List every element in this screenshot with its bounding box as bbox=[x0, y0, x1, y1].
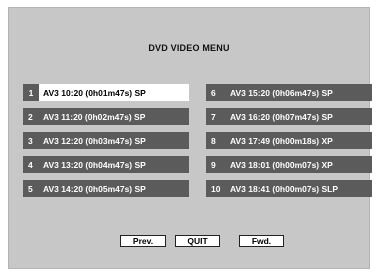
title-item-8[interactable]: 8 AV3 17:49 (0h00m18s) XP bbox=[206, 132, 372, 149]
title-number: 6 bbox=[211, 87, 216, 98]
title-item-9[interactable]: 9 AV3 18:01 (0h00m07s) XP bbox=[206, 156, 372, 173]
title-number: 3 bbox=[28, 135, 33, 146]
fwd-button[interactable]: Fwd. bbox=[239, 235, 284, 247]
title-list-right: 6 AV3 15:20 (0h06m47s) SP 7 AV3 16:20 (0… bbox=[206, 84, 372, 204]
quit-button[interactable]: QUIT bbox=[175, 235, 220, 247]
title-number: 5 bbox=[28, 183, 33, 194]
title-item-1[interactable]: 1 AV3 10:20 (0h01m47s) SP bbox=[23, 84, 189, 101]
title-number: 7 bbox=[211, 111, 216, 122]
title-list-left: 1 AV3 10:20 (0h01m47s) SP 2 AV3 11:20 (0… bbox=[23, 84, 189, 204]
title-entry: AV3 18:41 (0h00m07s) SLP bbox=[230, 183, 339, 194]
title-entry: AV3 12:20 (0h03m47s) SP bbox=[43, 135, 146, 146]
title-number: 4 bbox=[28, 159, 33, 170]
title-number: 8 bbox=[211, 135, 216, 146]
title-entry: AV3 14:20 (0h05m47s) SP bbox=[43, 183, 146, 194]
title-number: 9 bbox=[211, 159, 216, 170]
title-item-3[interactable]: 3 AV3 12:20 (0h03m47s) SP bbox=[23, 132, 189, 149]
title-item-7[interactable]: 7 AV3 16:20 (0h07m47s) SP bbox=[206, 108, 372, 125]
title-entry: AV3 17:49 (0h00m18s) XP bbox=[230, 135, 333, 146]
title-entry: AV3 15:20 (0h06m47s) SP bbox=[230, 87, 333, 98]
title-item-2[interactable]: 2 AV3 11:20 (0h02m47s) SP bbox=[23, 108, 189, 125]
title-entry: AV3 18:01 (0h00m07s) XP bbox=[230, 159, 333, 170]
title-item-10[interactable]: 10 AV3 18:41 (0h00m07s) SLP bbox=[206, 180, 372, 197]
title-number: 10 bbox=[211, 183, 221, 194]
title-item-4[interactable]: 4 AV3 13:20 (0h04m47s) SP bbox=[23, 156, 189, 173]
menu-title: DVD VIDEO MENU bbox=[148, 43, 230, 53]
title-item-6[interactable]: 6 AV3 15:20 (0h06m47s) SP bbox=[206, 84, 372, 101]
title-entry: AV3 13:20 (0h04m47s) SP bbox=[43, 159, 146, 170]
title-number: 2 bbox=[28, 111, 33, 122]
title-item-5[interactable]: 5 AV3 14:20 (0h05m47s) SP bbox=[23, 180, 189, 197]
title-number: 1 bbox=[23, 84, 39, 101]
title-entry: AV3 11:20 (0h02m47s) SP bbox=[43, 111, 146, 122]
dvd-menu-screen: DVD VIDEO MENU 1 AV3 10:20 (0h01m47s) SP… bbox=[8, 7, 372, 269]
title-entry: AV3 10:20 (0h01m47s) SP bbox=[43, 87, 146, 98]
prev-button[interactable]: Prev. bbox=[120, 235, 166, 247]
title-entry: AV3 16:20 (0h07m47s) SP bbox=[230, 111, 333, 122]
